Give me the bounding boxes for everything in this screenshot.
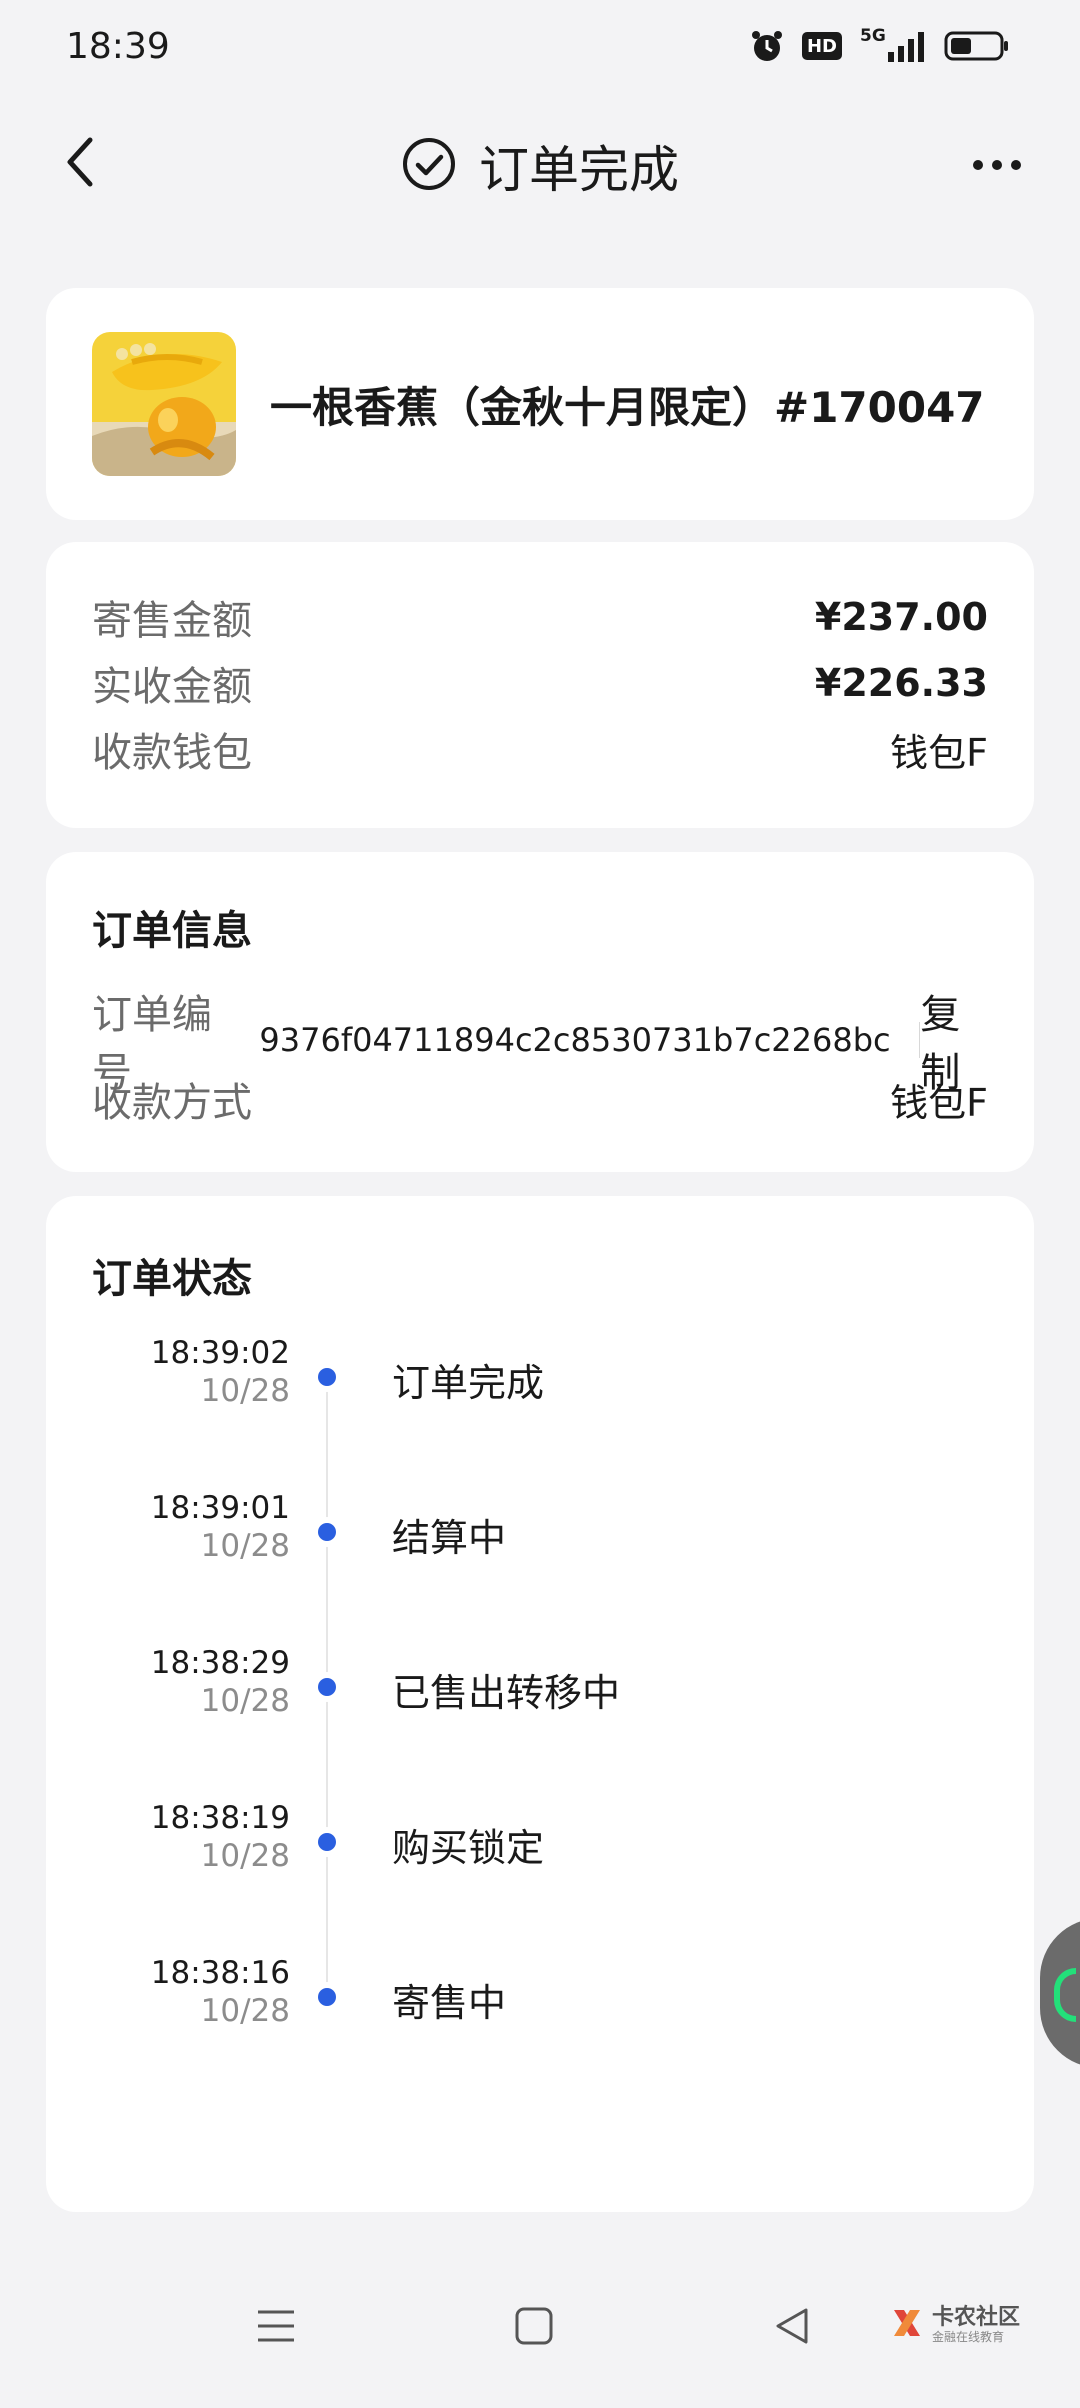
system-nav-bar: 卡农社区 金融在线教育 (0, 2258, 1080, 2408)
product-name: 一根香蕉（金秋十月限定）#170047 (270, 383, 985, 432)
timeline-dot (318, 1678, 336, 1696)
system-back-button[interactable] (762, 2298, 822, 2358)
received-amount-label: 实收金额 (92, 664, 252, 710)
timeline-label: 寄售中 (392, 1981, 507, 2025)
payment-method-row: 收款方式 钱包F (92, 1070, 988, 1128)
page-title: 订单完成 (479, 141, 679, 199)
timeline-label: 已售出转移中 (392, 1671, 621, 1715)
timeline-time: 18:38:16 (150, 1955, 290, 1991)
timeline-time: 18:39:02 (150, 1335, 290, 1371)
timeline-dot (318, 1988, 336, 2006)
watermark-sub: 金融在线教育 (931, 2330, 1004, 2344)
order-status-title: 订单状态 (92, 1256, 252, 1302)
more-horizontal-icon (972, 156, 1022, 175)
floating-assistant-button[interactable] (1040, 1918, 1080, 2068)
recent-apps-button[interactable] (246, 2298, 306, 2358)
consign-amount-value: ¥237.00 (814, 595, 988, 639)
menu-icon (256, 2306, 296, 2350)
check-circle-icon (401, 136, 457, 196)
order-info-card: 订单信息 订单编号 9376f04711894c2c8530731b7c2268… (46, 852, 1034, 1172)
watermark-logo-icon (890, 2306, 924, 2344)
order-number-value: 9376f04711894c2c8530731b7c2268bc (259, 1021, 891, 1059)
back-triangle-icon (772, 2306, 812, 2350)
timeline-dot (318, 1523, 336, 1541)
timeline-date: 10/28 (200, 1528, 290, 1564)
timeline-label: 购买锁定 (392, 1826, 545, 1870)
assistant-icon (1054, 1968, 1076, 2022)
home-square-icon (514, 2306, 554, 2350)
timeline-item: 18:39:02 10/28 订单完成 (46, 1326, 1034, 1416)
amount-card: 寄售金额 ¥237.00 实收金额 ¥226.33 收款钱包 钱包F (46, 542, 1034, 828)
more-button[interactable] (962, 140, 1032, 190)
amount-row-received: 实收金额 ¥226.33 (92, 654, 988, 712)
alarm-icon (750, 29, 784, 63)
timeline-date: 10/28 (200, 1993, 290, 2029)
status-time: 18:39 (66, 26, 170, 67)
hd-text: HD (806, 35, 837, 57)
status-bar: 18:39 HD 5G (0, 0, 1080, 96)
battery-icon (944, 30, 1010, 62)
timeline-date: 10/28 (200, 1373, 290, 1409)
hd-icon: HD (802, 32, 842, 60)
wallet-label: 收款钱包 (92, 730, 252, 776)
product-thumbnail (92, 332, 236, 476)
5g-signal-icon: 5G (860, 26, 926, 64)
payment-method-value: 钱包F (890, 1080, 988, 1125)
product-card[interactable]: 一根香蕉（金秋十月限定）#170047 (46, 288, 1034, 520)
timeline-item: 18:38:19 10/28 购买锁定 (46, 1791, 1034, 1881)
home-button[interactable] (504, 2298, 564, 2358)
timeline-dot (318, 1833, 336, 1851)
order-info-title: 订单信息 (92, 908, 252, 954)
timeline-time: 18:38:19 (150, 1800, 290, 1836)
header: 订单完成 (0, 110, 1080, 220)
wallet-value: 钱包F (890, 730, 988, 775)
status-icons: HD 5G (750, 26, 1010, 64)
consign-amount-label: 寄售金额 (92, 598, 252, 644)
watermark: 卡农社区 金融在线教育 (890, 2306, 1020, 2344)
timeline-time: 18:39:01 (150, 1490, 290, 1526)
timeline-date: 10/28 (200, 1838, 290, 1874)
timeline-label: 结算中 (392, 1516, 507, 1560)
order-detail-page: 18:39 HD 5G 订单完成 一根香蕉（金秋十月限定）#170047 寄售金… (0, 0, 1080, 2408)
amount-row-wallet: 收款钱包 钱包F (92, 720, 988, 778)
page-title-group: 订单完成 (0, 130, 1080, 202)
received-amount-value: ¥226.33 (814, 661, 988, 705)
watermark-text: 卡农社区 金融在线教育 (931, 2305, 1020, 2345)
timeline-date: 10/28 (200, 1683, 290, 1719)
order-status-card: 订单状态 18:39:02 10/28 订单完成 18:39:01 10/28 … (46, 1196, 1034, 2212)
watermark-main: 卡农社区 (931, 2305, 1020, 2330)
payment-method-label: 收款方式 (92, 1080, 252, 1126)
amount-row-consign: 寄售金额 ¥237.00 (92, 588, 988, 646)
timeline-label: 订单完成 (392, 1361, 545, 1405)
timeline-time: 18:38:29 (150, 1645, 290, 1681)
timeline-item: 18:38:29 10/28 已售出转移中 (46, 1636, 1034, 1726)
timeline-dot (318, 1368, 336, 1386)
timeline-item: 18:38:16 10/28 寄售中 (46, 1946, 1034, 2036)
timeline-item: 18:39:01 10/28 结算中 (46, 1481, 1034, 1571)
